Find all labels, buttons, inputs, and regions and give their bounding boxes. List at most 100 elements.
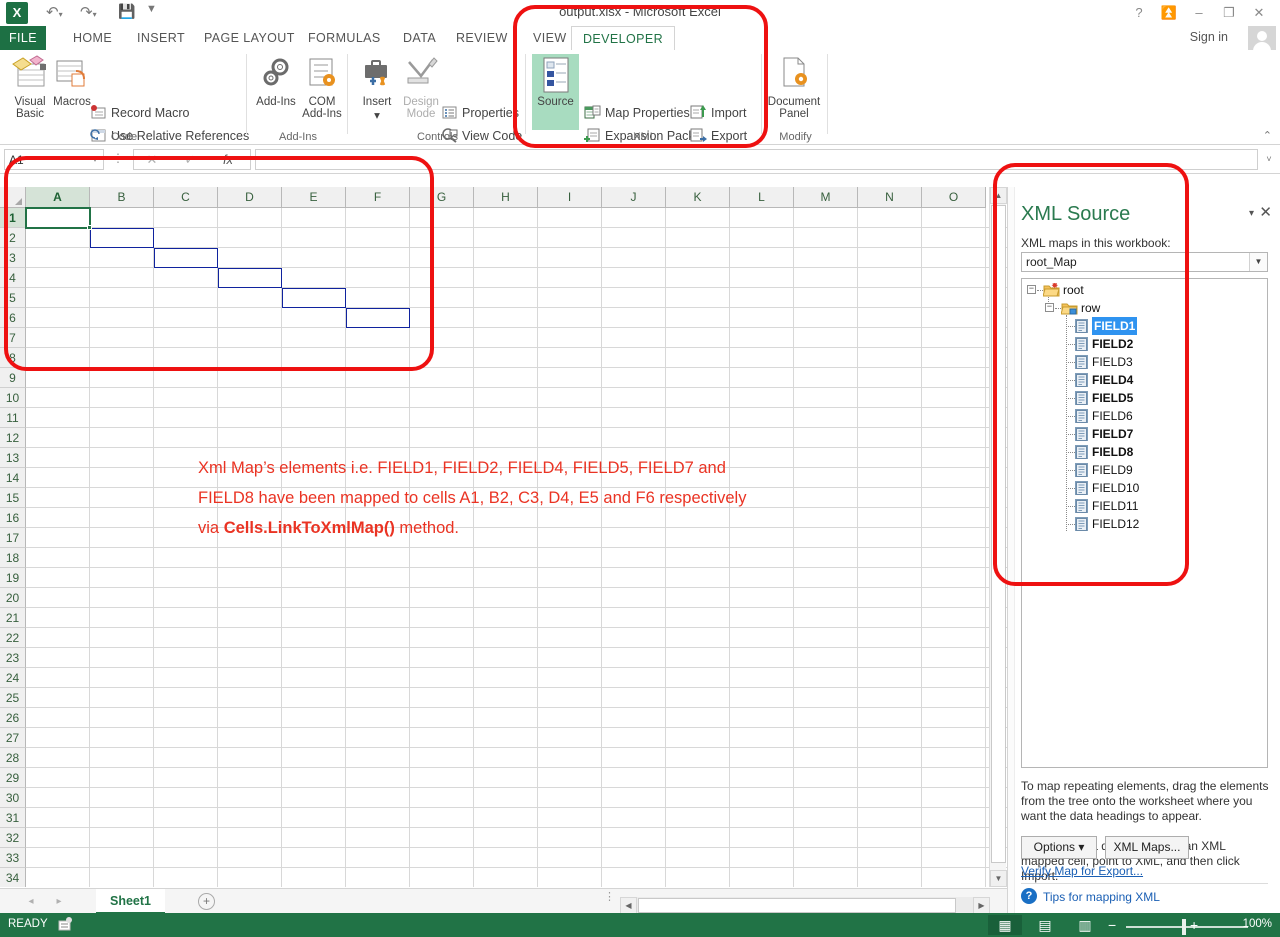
scroll-down-icon[interactable]: ▼ [990,870,1007,887]
column-header-L[interactable]: L [730,187,794,208]
zoom-out-button[interactable]: − [1108,917,1116,933]
vertical-scrollbar[interactable]: ▲ ▼ [989,187,1007,887]
tree-node-field4[interactable]: FIELD4 [1066,371,1133,389]
column-header-K[interactable]: K [666,187,730,208]
row-header-28[interactable]: 28 [0,748,26,768]
column-header-N[interactable]: N [858,187,922,208]
row-header-6[interactable]: 6 [0,308,26,328]
row-header-20[interactable]: 20 [0,588,26,608]
tree-node-field9[interactable]: FIELD9 [1066,461,1133,479]
map-properties-button[interactable]: Map Properties [584,102,690,124]
tree-node-field5[interactable]: FIELD5 [1066,389,1133,407]
column-header-E[interactable]: E [282,187,346,208]
expand-formula-bar-icon[interactable]: ˅ [1261,149,1277,170]
row-header-19[interactable]: 19 [0,568,26,588]
options-button[interactable]: Options ▾ [1021,836,1097,859]
tips-for-mapping-xml-link[interactable]: Tips for mapping XML [1043,890,1160,904]
help-icon[interactable]: ? [1124,2,1154,24]
tab-insert[interactable]: INSERT [126,26,196,50]
formula-input[interactable] [255,149,1258,170]
row-header-23[interactable]: 23 [0,648,26,668]
row-header-16[interactable]: 16 [0,508,26,528]
tree-node-field11[interactable]: FIELD11 [1066,497,1138,515]
tree-node-field1[interactable]: FIELD1 [1066,317,1138,335]
tree-node-field6[interactable]: FIELD6 [1066,407,1133,425]
mapped-cell-F6[interactable] [346,308,410,328]
column-header-H[interactable]: H [474,187,538,208]
properties-button[interactable]: Properties [441,102,519,124]
task-pane-gripper[interactable] [1008,187,1015,913]
column-header-O[interactable]: O [922,187,986,208]
verify-map-for-export-link[interactable]: Verify Map for Export... [1021,864,1143,878]
import-button[interactable]: Import [690,102,746,124]
tree-node-field3[interactable]: FIELD3 [1066,353,1133,371]
tree-node-root[interactable]: − root [1027,281,1084,299]
row-header-14[interactable]: 14 [0,468,26,488]
column-header-F[interactable]: F [346,187,410,208]
scroll-left-icon[interactable]: ◀ [620,897,637,914]
row-header-9[interactable]: 9 [0,368,26,388]
row-header-13[interactable]: 13 [0,448,26,468]
name-box-dropdown-icon[interactable]: ▾ [88,149,102,170]
fill-handle[interactable] [87,225,92,230]
xml-map-select[interactable]: root_Map ▼ [1021,252,1268,272]
split-handle[interactable]: ⋮ [604,892,615,903]
row-header-34[interactable]: 34 [0,868,26,887]
row-header-7[interactable]: 7 [0,328,26,348]
row-header-22[interactable]: 22 [0,628,26,648]
xml-source-button[interactable]: Source [532,54,579,130]
column-header-A[interactable]: A [26,187,90,208]
tree-node-field8[interactable]: FIELD8 [1066,443,1133,461]
row-header-17[interactable]: 17 [0,528,26,548]
row-header-15[interactable]: 15 [0,488,26,508]
close-button[interactable]: ✕ [1244,2,1274,24]
tab-home[interactable]: HOME [62,26,123,50]
horizontal-scroll-thumb[interactable] [638,898,956,913]
row-header-18[interactable]: 18 [0,548,26,568]
record-macro-button[interactable]: Record Macro [90,102,190,124]
normal-view-button[interactable]: ▦ [988,915,1022,935]
row-header-33[interactable]: 33 [0,848,26,868]
worksheet-grid[interactable]: A B C D E F G H I J K L M N O 1 2 3 4 5 … [0,187,1007,887]
com-add-ins-button[interactable]: COM Add-Ins [294,54,350,120]
column-header-I[interactable]: I [538,187,602,208]
tab-file[interactable]: FILE [0,26,46,50]
scroll-up-icon[interactable]: ▲ [990,187,1007,204]
next-sheet-icon[interactable]: ▸ [50,893,68,910]
column-header-C[interactable]: C [154,187,218,208]
tree-node-field10[interactable]: FIELD10 [1066,479,1139,497]
row-header-32[interactable]: 32 [0,828,26,848]
scroll-right-icon[interactable]: ▶ [973,897,990,914]
new-sheet-button[interactable]: + [198,893,215,910]
chevron-down-icon[interactable]: ▼ [1249,253,1267,271]
row-header-24[interactable]: 24 [0,668,26,688]
zoom-slider-thumb[interactable] [1182,919,1186,935]
restore-button[interactable]: ❐ [1214,2,1244,24]
enter-formula-icon[interactable]: ✓ [172,150,208,169]
column-header-G[interactable]: G [410,187,474,208]
tree-node-field7[interactable]: FIELD7 [1066,425,1133,443]
row-header-27[interactable]: 27 [0,728,26,748]
record-macro-status-icon[interactable] [58,917,72,934]
tree-node-field12[interactable]: FIELD12 [1066,515,1139,533]
row-header-31[interactable]: 31 [0,808,26,828]
mapped-cell-C3[interactable] [154,248,218,268]
zoom-slider-track[interactable] [1126,926,1248,928]
horizontal-scrollbar[interactable]: ◀ ▶ [620,897,990,914]
collapse-ribbon-icon[interactable]: ⌃ [1263,129,1272,142]
sheet-tab-sheet1[interactable]: Sheet1 [96,889,165,914]
row-header-21[interactable]: 21 [0,608,26,628]
page-break-preview-button[interactable]: ▥ [1068,915,1102,935]
tab-view[interactable]: VIEW [522,26,578,50]
mapped-cell-B2[interactable] [90,228,154,248]
row-header-2[interactable]: 2 [0,228,26,248]
column-header-D[interactable]: D [218,187,282,208]
mapped-cell-D4[interactable] [218,268,282,288]
row-header-25[interactable]: 25 [0,688,26,708]
row-header-3[interactable]: 3 [0,248,26,268]
collapse-icon[interactable]: − [1045,303,1054,312]
insert-function-icon[interactable]: fx [210,150,246,169]
row-header-12[interactable]: 12 [0,428,26,448]
xml-maps-button[interactable]: XML Maps... [1105,836,1189,859]
row-header-29[interactable]: 29 [0,768,26,788]
